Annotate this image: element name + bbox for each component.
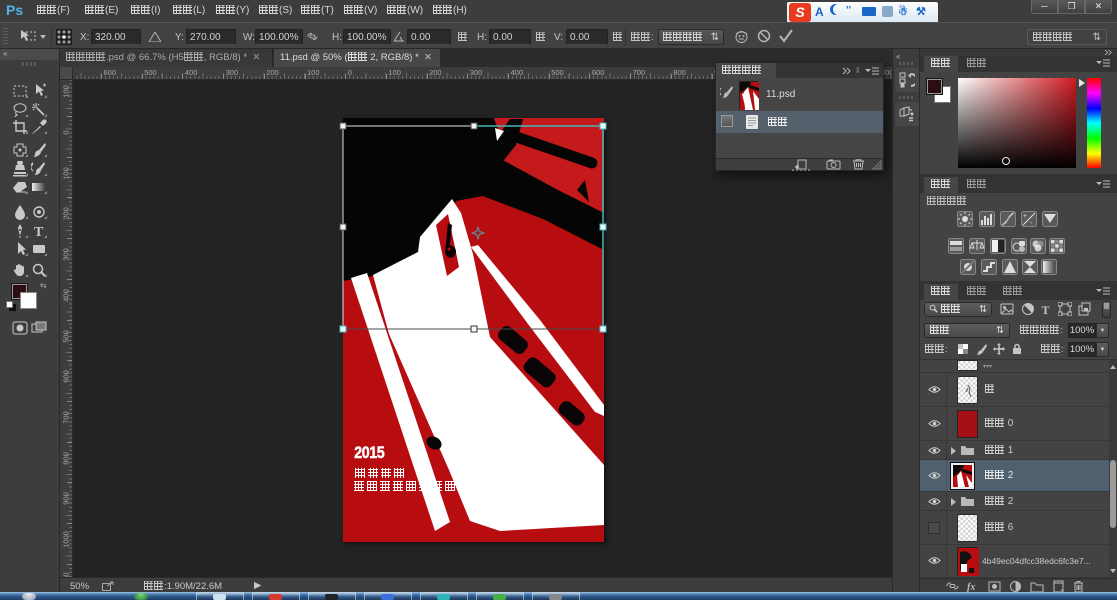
svg-text:T: T [1042, 303, 1050, 316]
svg-text:2015: 2015 [354, 444, 385, 462]
svg-text:T: T [34, 225, 44, 239]
svg-text:+: + [1023, 213, 1027, 220]
